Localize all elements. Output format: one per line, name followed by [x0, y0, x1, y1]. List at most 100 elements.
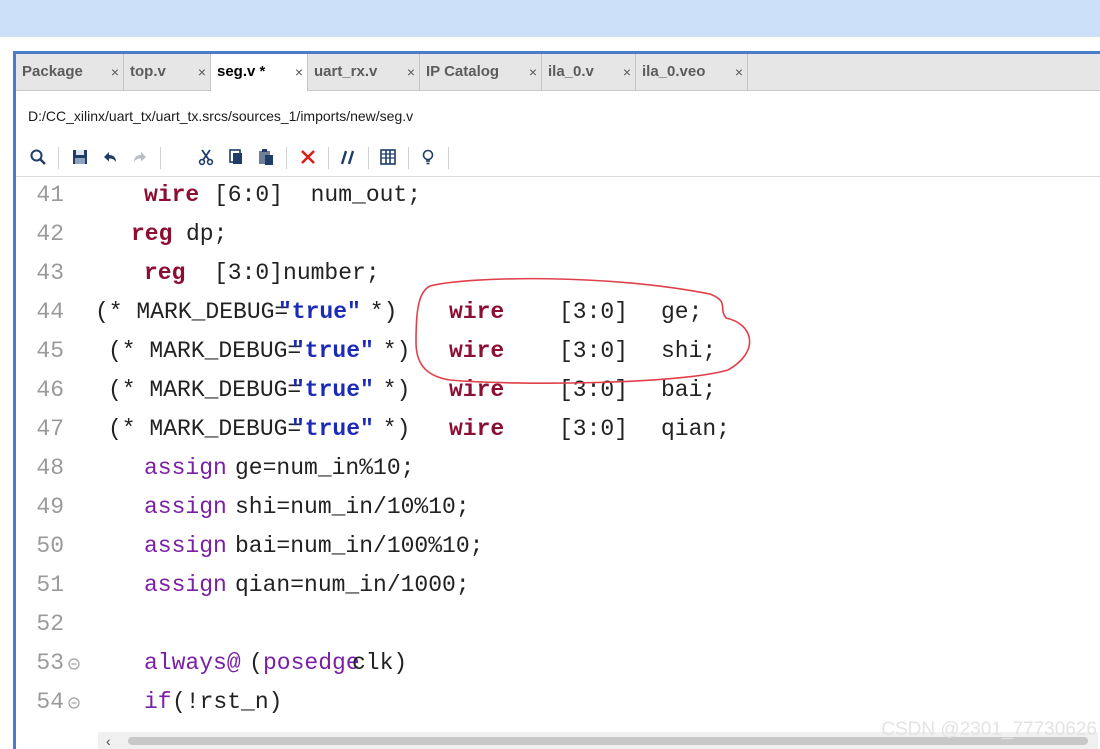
close-icon[interactable]: × [111, 65, 119, 79]
copy-icon[interactable] [224, 145, 248, 169]
code-line: 49 assign shi=num_in/10%10; [16, 489, 1100, 528]
fold-icon[interactable] [67, 696, 81, 710]
code-token: wire [449, 416, 505, 442]
code-line: 42 reg dp; [16, 216, 1100, 255]
close-icon[interactable]: × [735, 65, 743, 79]
close-icon[interactable]: × [407, 65, 415, 79]
editor-toolbar [16, 141, 1100, 173]
toolbar-separator [286, 147, 287, 169]
line-number: 52 [36, 611, 64, 637]
line-number: 45 [36, 338, 64, 364]
line-number: 47 [36, 416, 64, 442]
fold-icon[interactable] [67, 657, 81, 671]
code-token: reg [131, 221, 173, 247]
line-number: 51 [36, 572, 64, 598]
code-token: shi=num_in/10%10; [235, 494, 470, 520]
tab-label: uart_rx.v [314, 63, 378, 80]
save-icon[interactable] [68, 145, 92, 169]
close-icon[interactable]: × [529, 65, 537, 79]
code-token: (* MARK_DEBUG= [95, 299, 289, 325]
watermark: CSDN @2301_77730626 [881, 719, 1097, 740]
code-token: [3:0] [559, 416, 629, 442]
line-number: 41 [36, 182, 64, 208]
code-line: 48 assign ge=num_in%10; [16, 450, 1100, 489]
editor-panel: Package × top.v × seg.v * × uart_rx.v × … [13, 51, 1100, 749]
toolbar-separator [160, 147, 161, 169]
undo-icon[interactable] [98, 145, 122, 169]
toolbar-separator [448, 147, 449, 169]
line-number: 54 [36, 689, 64, 715]
code-line: 51 assign qian=num_in/1000; [16, 567, 1100, 606]
tab-label: Package [22, 63, 83, 80]
code-token: posedge [263, 650, 360, 676]
toolbar-separator [368, 147, 369, 169]
cut-icon[interactable] [194, 145, 218, 169]
line-number: 53 [36, 650, 64, 676]
code-token: *) [369, 416, 411, 442]
bulb-icon[interactable] [416, 145, 440, 169]
red-annotation-circle [415, 277, 751, 384]
comment-icon[interactable] [336, 145, 360, 169]
code-token: qian=num_in/1000; [235, 572, 470, 598]
tab-package[interactable]: Package × [16, 54, 124, 90]
toolbar-separator [58, 147, 59, 169]
code-token: (* MARK_DEBUG= [108, 377, 302, 403]
redo-icon[interactable] [128, 145, 152, 169]
window-top-band [0, 0, 1100, 37]
code-token: *) [369, 338, 411, 364]
line-number: 48 [36, 455, 64, 481]
tab-ila-0-v[interactable]: ila_0.v × [542, 54, 636, 90]
close-icon[interactable]: × [198, 65, 206, 79]
tab-ip-catalog[interactable]: IP Catalog × [420, 54, 542, 90]
line-number: 49 [36, 494, 64, 520]
code-line: 47 (* MARK_DEBUG= "true" *) wire [3:0] q… [16, 411, 1100, 450]
delete-icon[interactable] [296, 145, 320, 169]
line-number: 44 [36, 299, 64, 325]
tab-seg-v[interactable]: seg.v * × [211, 54, 308, 91]
code-token: *) [369, 377, 411, 403]
code-line: 41 wire [6:0] num_out; [16, 177, 1100, 216]
code-token: reg [144, 260, 186, 286]
code-token: bai=num_in/100%10; [235, 533, 484, 559]
code-token: (!rst_n) [172, 689, 283, 715]
columns-icon[interactable] [376, 145, 400, 169]
code-token: if [144, 689, 172, 715]
code-token: (* MARK_DEBUG= [108, 338, 302, 364]
code-token: dp; [186, 221, 228, 247]
line-number: 42 [36, 221, 64, 247]
code-token: assign [144, 572, 227, 598]
code-token: wire [144, 182, 200, 208]
code-token: [3:0]number; [214, 260, 380, 286]
search-icon[interactable] [26, 145, 50, 169]
tab-bar: Package × top.v × seg.v * × uart_rx.v × … [16, 54, 1100, 91]
toolbar-separator [408, 147, 409, 169]
code-token: [6:0] num_out; [214, 182, 422, 208]
code-editor[interactable]: 41 wire [6:0] num_out; 42 reg dp; 43 reg… [16, 176, 1100, 732]
paste-icon[interactable] [254, 145, 278, 169]
tab-ila-0-veo[interactable]: ila_0.veo × [636, 54, 748, 90]
tab-label: top.v [130, 63, 166, 80]
code-line: 50 assign bai=num_in/100%10; [16, 528, 1100, 567]
code-token: assign [144, 494, 227, 520]
scroll-left-icon[interactable]: ‹ [106, 733, 111, 749]
tab-label: ila_0.veo [642, 63, 706, 80]
close-icon[interactable]: × [623, 65, 631, 79]
code-token: assign [144, 455, 227, 481]
tab-label: seg.v * [217, 63, 266, 80]
toolbar-separator [328, 147, 329, 169]
close-icon[interactable]: × [295, 65, 303, 79]
code-line: 52 [16, 606, 1100, 645]
code-token: "true" [291, 416, 374, 442]
tab-uart-rx-v[interactable]: uart_rx.v × [308, 54, 420, 90]
line-number: 50 [36, 533, 64, 559]
line-number: 43 [36, 260, 64, 286]
code-token: always@ [144, 650, 241, 676]
code-token: "true" [278, 299, 361, 325]
tab-top-v[interactable]: top.v × [124, 54, 211, 90]
code-token: qian; [661, 416, 731, 442]
code-token: *) [356, 299, 398, 325]
code-token: "true" [291, 377, 374, 403]
code-token: clk) [352, 650, 408, 676]
code-token: ge=num_in%10; [235, 455, 415, 481]
code-token: assign [144, 533, 227, 559]
